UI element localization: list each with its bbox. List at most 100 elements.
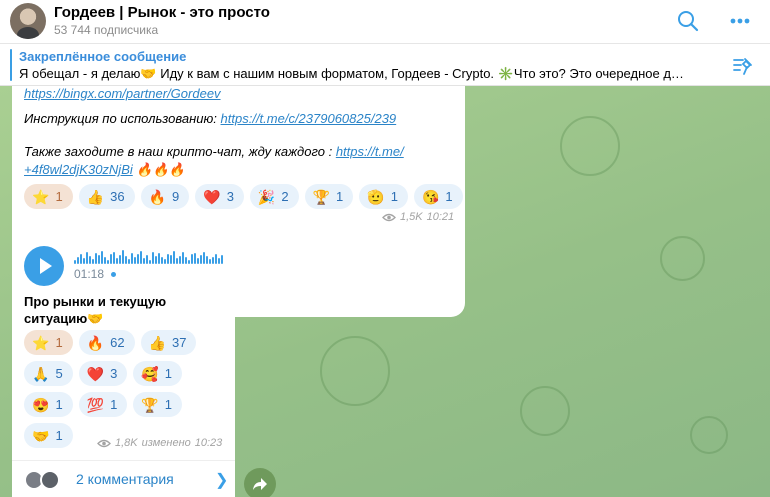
more-button[interactable]	[725, 6, 755, 36]
reaction-button[interactable]: ❤️ 3	[78, 361, 128, 386]
reaction-count: 1	[55, 428, 63, 443]
waveform-bar	[80, 254, 82, 264]
waveform-bar	[191, 254, 193, 264]
channel-avatar[interactable]	[10, 3, 46, 39]
reaction-count: 1	[164, 366, 173, 381]
reaction-button[interactable]: 🥰 1	[133, 361, 183, 386]
comments-button[interactable]: 2 комментария ❯	[12, 460, 235, 497]
reaction-button[interactable]: 🏆 1	[133, 392, 183, 417]
audio-duration: 01:18	[74, 267, 105, 281]
reaction-emoji: 🫡	[367, 188, 385, 205]
waveform-bar	[185, 257, 187, 264]
waveform-bar	[134, 257, 136, 264]
instruction-text: Инструкция по использованию: https://t.m…	[24, 111, 397, 126]
chat-invite-link-cont[interactable]: +4f8wl2djK30zNjBi	[24, 162, 133, 177]
waveform-bar	[116, 258, 118, 264]
waveform-bar	[98, 255, 100, 264]
edited-label: изменено	[141, 437, 191, 449]
search-button[interactable]	[673, 6, 703, 36]
waveform-bar	[179, 256, 181, 264]
background-doodle	[690, 416, 728, 454]
waveform-bar	[167, 254, 169, 264]
waveform-bar	[194, 253, 196, 264]
reaction-emoji: 🏆	[141, 396, 159, 413]
reaction-emoji: ⭐	[32, 334, 50, 351]
reaction-emoji: 🙏	[32, 365, 50, 382]
waveform-bar	[149, 260, 151, 264]
chat-invite-link[interactable]: https://t.me/	[336, 144, 404, 159]
forward-button[interactable]	[244, 468, 276, 497]
waveform-bar	[203, 252, 205, 264]
reaction-button[interactable]: 🫡 1	[359, 184, 408, 209]
waveform-bar	[119, 255, 121, 264]
reaction-count: 62	[110, 335, 125, 350]
reaction-button[interactable]: 🏆 1	[304, 184, 354, 209]
waveform-bar	[182, 252, 184, 264]
channel-title[interactable]: Гордеев | Рынок - это просто	[54, 4, 270, 21]
reaction-button[interactable]: 🎉 2	[249, 184, 299, 209]
waveform-bar	[221, 255, 223, 264]
waveform-bar	[212, 257, 214, 264]
reaction-button[interactable]: 🔥 9	[140, 184, 190, 209]
waveform-bar	[176, 258, 178, 264]
waveform-bar	[140, 251, 142, 264]
message-time: 10:23	[194, 437, 223, 449]
waveform-bar	[77, 257, 79, 264]
reaction-button[interactable]: 🙏 5	[24, 361, 73, 386]
chat-area[interactable]: https://bingx.com/partner/Gordeev Инстру…	[0, 86, 770, 497]
reaction-emoji: 👍	[86, 188, 105, 205]
reactions-row: ⭐ 1 🔥 62 👍 37 🙏 5 ❤️ 3 🥰 1 😍 1 💯 1 🏆 1 🤝 1	[24, 330, 229, 448]
reaction-emoji: 🔥	[148, 188, 167, 205]
waveform-bar	[173, 251, 175, 264]
waveform-bar	[143, 258, 145, 264]
reaction-button[interactable]: 👍 36	[78, 184, 135, 209]
waveform-bar	[86, 252, 88, 264]
waveform-bar	[155, 256, 157, 264]
reaction-emoji: ⭐	[32, 188, 50, 205]
waveform-bar	[161, 257, 163, 264]
reaction-button[interactable]: 🤝 1	[24, 423, 73, 448]
pinned-message-bar[interactable]: Закреплённое сообщение Я обещал - я дела…	[0, 44, 770, 86]
chat-invite-text: Также заходите в наш крипто-чат, жду каж…	[24, 144, 404, 177]
reaction-emoji: 🤝	[32, 427, 50, 444]
message-time: 10:21	[426, 211, 455, 223]
reaction-emoji: 💯	[86, 396, 105, 413]
audio-waveform[interactable]	[74, 250, 224, 264]
waveform-bar	[164, 259, 166, 264]
views-icon	[382, 213, 396, 221]
reaction-count: 9	[172, 189, 180, 204]
reaction-button[interactable]: 💯 1	[78, 392, 128, 417]
waveform-bar	[122, 250, 124, 264]
partner-link[interactable]: https://bingx.com/partner/Gordeev	[24, 86, 221, 101]
message-meta: 1,5K 10:21	[382, 211, 454, 223]
reaction-button[interactable]: 😍 1	[24, 392, 73, 417]
reaction-count: 5	[55, 366, 63, 381]
waveform-bar	[92, 259, 94, 264]
reaction-button[interactable]: ❤️ 3	[195, 184, 244, 209]
waveform-bar	[83, 258, 85, 264]
reaction-count: 1	[55, 189, 63, 204]
waveform-bar	[209, 259, 211, 264]
reaction-button[interactable]: 🔥 62	[78, 330, 135, 355]
waveform-bar	[95, 253, 97, 264]
waveform-bar	[206, 256, 208, 264]
instruction-link[interactable]: https://t.me/c/2379060825/239	[221, 111, 397, 126]
reaction-button[interactable]: ⭐ 1	[24, 184, 73, 209]
reaction-emoji: 👍	[148, 334, 167, 351]
reaction-emoji: 😍	[32, 396, 50, 413]
waveform-bar	[128, 259, 130, 264]
waveform-bar	[74, 260, 76, 264]
waveform-bar	[107, 260, 109, 264]
reaction-count: 1	[110, 397, 118, 412]
commenter-avatar	[40, 470, 60, 490]
waveform-bar	[146, 255, 148, 264]
view-count: 1,5K	[400, 211, 423, 223]
pin-list-icon[interactable]	[732, 56, 754, 76]
reaction-button[interactable]: 😘 1	[413, 184, 463, 209]
unplayed-dot	[111, 272, 116, 277]
waveform-bar	[218, 258, 220, 264]
reaction-button[interactable]: 👍 37	[140, 330, 197, 355]
reaction-button[interactable]: ⭐ 1	[24, 330, 73, 355]
audio-caption: Про рынки и текущую ситуацию🤝	[24, 294, 167, 326]
play-button[interactable]	[24, 246, 64, 286]
